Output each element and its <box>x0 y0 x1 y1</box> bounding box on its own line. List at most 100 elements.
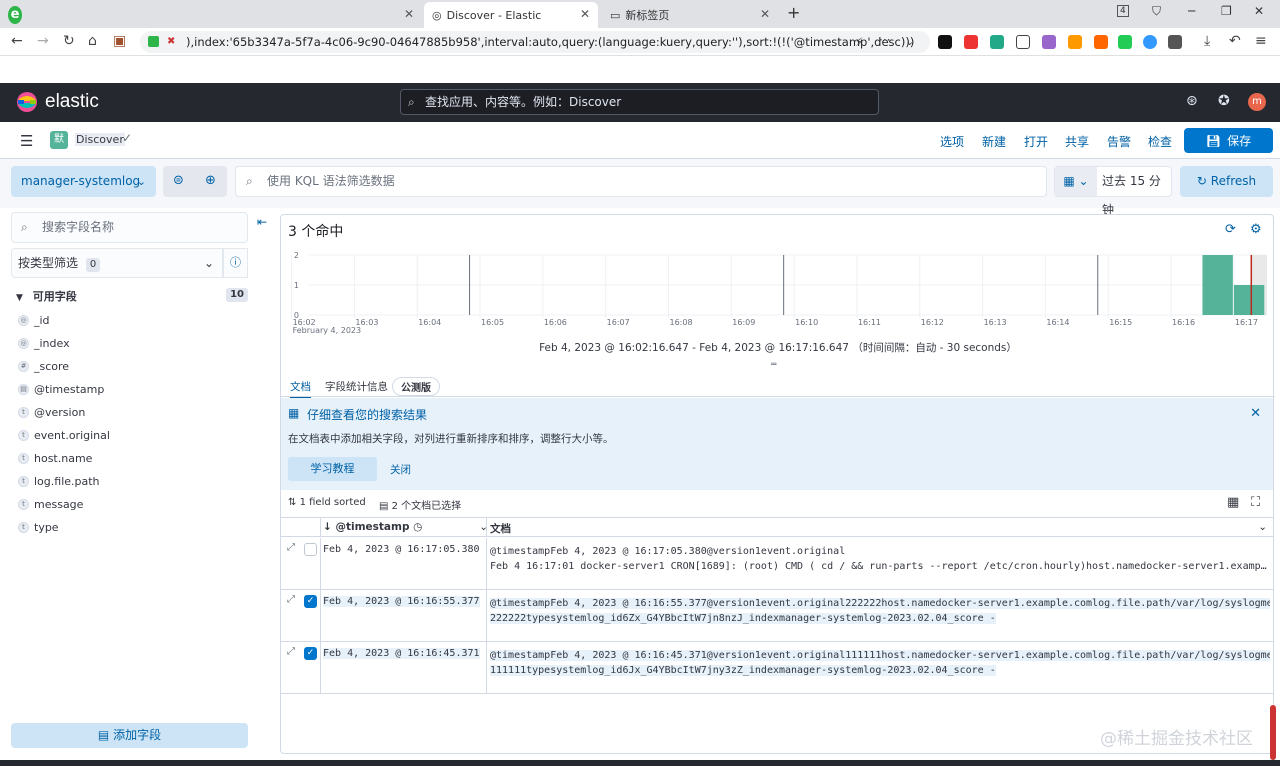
extension-game-icon[interactable] <box>1094 35 1108 49</box>
field-search-input[interactable]: ⌕ 搜索字段名称 <box>11 212 248 243</box>
save-button[interactable]: 💾︎ 保存 <box>1184 128 1273 153</box>
close-icon[interactable]: ✕ <box>1250 406 1261 421</box>
scrollbar-handle[interactable] <box>1270 705 1276 760</box>
global-search-input[interactable]: ⌕ 查找应用、内容等。例如：Discover <box>400 89 879 115</box>
table-row[interactable]: ⤢ ✓ Feb 4, 2023 @ 16:16:45.371 @timestampFe… <box>281 642 1273 694</box>
space-badge[interactable]: 默 <box>50 131 68 149</box>
close-tab-icon[interactable]: ✕ <box>760 7 770 21</box>
options-link[interactable]: 选项 <box>940 133 964 150</box>
extension-download-icon[interactable] <box>1118 35 1132 49</box>
add-field-button[interactable]: ▤ 添加字段 <box>11 723 248 748</box>
reload-icon[interactable]: ↻ <box>63 33 75 49</box>
extension-video-icon[interactable] <box>964 35 978 49</box>
extension-scissors-icon[interactable] <box>1016 35 1030 49</box>
collapse-sidebar-icon[interactable]: ⇤ <box>257 215 267 229</box>
expand-icon[interactable]: ⤢ <box>287 542 295 553</box>
sort-info-text: 1 field sorted <box>299 497 366 508</box>
add-filter-icon[interactable]: ⊕ <box>205 173 216 188</box>
extension-infinity-icon[interactable] <box>938 35 952 49</box>
row-checkbox[interactable]: ✓ <box>304 647 317 660</box>
extension-grid-icon[interactable] <box>1168 35 1182 49</box>
sort-button[interactable]: ⇅ 1 field sorted <box>288 497 366 508</box>
field-item[interactable]: ◎ _id <box>18 311 50 329</box>
undo-icon[interactable]: ↶ <box>1229 33 1241 49</box>
field-type-icon: t <box>18 406 29 418</box>
extension-green-icon[interactable] <box>990 35 1004 49</box>
new-tab-button[interactable]: + <box>787 3 800 22</box>
alerts-link[interactable]: 告警 <box>1107 133 1131 150</box>
extension-shield-icon[interactable] <box>1068 35 1082 49</box>
browser-tab-blank[interactable]: ✕ <box>32 2 422 28</box>
hamburger-menu-icon[interactable]: ☰ <box>20 132 33 150</box>
lightning-icon[interactable]: ⚡ <box>855 35 863 49</box>
expand-icon[interactable]: ⤢ <box>287 594 295 605</box>
chart-options-icon[interactable]: ⟳ <box>1225 222 1236 237</box>
table-row[interactable]: ⤢ ✓ Feb 4, 2023 @ 16:16:55.377 @timestampFe… <box>281 590 1273 642</box>
elastic-logo[interactable]: elastic <box>16 91 99 113</box>
dismiss-link[interactable]: 关闭 <box>390 462 411 477</box>
resize-handle-icon[interactable]: ═ <box>771 360 776 370</box>
tab-documents[interactable]: 文档 <box>290 379 311 399</box>
inspect-link[interactable]: 检查 <box>1148 133 1172 150</box>
restore-icon[interactable]: ❐ <box>1221 4 1232 18</box>
tutorial-button[interactable]: 学习教程 <box>288 457 377 481</box>
forward-arrow-icon[interactable]: → <box>37 33 49 49</box>
field-item[interactable]: t @version <box>18 403 85 421</box>
chevron-down-icon[interactable]: ⌄ <box>1258 521 1267 533</box>
home-icon[interactable]: ⌂ <box>88 33 97 49</box>
menu-icon[interactable]: ≡ <box>1255 33 1267 49</box>
help-icon[interactable]: ⊛ <box>1186 93 1198 109</box>
refresh-button[interactable]: ↻ Refresh <box>1180 166 1273 197</box>
url-field[interactable]: ✖ ),index:'65b3347a-5f7a-4c06-9c90-04647… <box>140 31 930 53</box>
selected-docs-button[interactable]: ▤ 2 个文档已选择 <box>379 497 461 512</box>
tab-field-statistics[interactable]: 字段统计信息 <box>325 379 388 394</box>
avatar[interactable]: m <box>1248 93 1266 111</box>
back-arrow-icon[interactable]: ← <box>11 33 23 49</box>
field-item[interactable]: ▤ @timestamp <box>18 380 104 398</box>
data-view-name: manager-systemlog <box>21 174 141 188</box>
close-tab-icon[interactable]: ✕ <box>404 7 414 21</box>
filter-menu-icon[interactable]: ⊜ <box>173 173 184 188</box>
kql-search-input[interactable]: ⌕ 使用 KQL 语法筛选数据 <box>235 166 1047 197</box>
open-link[interactable]: 打开 <box>1024 133 1048 150</box>
fullscreen-icon[interactable]: ⛶ <box>1251 495 1260 510</box>
chevron-down-icon[interactable]: ⌄ <box>905 35 914 48</box>
table-row[interactable]: ⤢ Feb 4, 2023 @ 16:17:05.380 @timestampFeb… <box>281 538 1273 590</box>
available-fields-header[interactable]: ▼ 可用字段 10 <box>16 288 248 306</box>
row-checkbox[interactable] <box>304 543 317 556</box>
gear-icon[interactable]: ⚙ <box>1250 222 1262 237</box>
expand-icon[interactable]: ⤢ <box>287 646 295 657</box>
field-item[interactable]: t message <box>18 495 83 513</box>
news-feed-icon[interactable]: ✪ <box>1218 93 1230 109</box>
new-link[interactable]: 新建 <box>982 133 1006 150</box>
close-window-icon[interactable]: ✕ <box>1254 4 1264 18</box>
density-icon[interactable]: ▦ <box>1227 495 1239 510</box>
close-tab-icon[interactable]: ✕ <box>580 7 590 21</box>
share-link[interactable]: 共享 <box>1065 133 1089 150</box>
browser-tab-newtab[interactable]: ▭ 新标签页 ✕ <box>602 2 778 28</box>
data-view-picker[interactable]: manager-systemlog ⌄ <box>11 166 156 197</box>
shirt-icon[interactable]: ⛉ <box>1152 4 1161 19</box>
column-header-timestamp[interactable]: ↓ @timestamp ◷ ⌄ <box>323 521 488 533</box>
field-item[interactable]: t log.file.path <box>18 472 100 490</box>
download-icon[interactable]: ⤓ <box>1204 33 1210 49</box>
column-header-document[interactable]: 文档 <box>490 521 511 536</box>
extension-colors-icon[interactable] <box>1143 35 1157 49</box>
field-item[interactable]: t event.original <box>18 426 110 444</box>
type-filter-button[interactable]: 按类型筛选 0 ⌄ <box>11 248 223 278</box>
minimize-icon[interactable]: ─ <box>1188 4 1195 18</box>
browser-tab-discover[interactable]: ◎ Discover - Elastic ✕ <box>424 2 598 28</box>
field-item[interactable]: t type <box>18 518 59 536</box>
tab-count-badge[interactable]: 4 <box>1117 5 1129 17</box>
briefcase-icon[interactable]: ▣ <box>113 33 126 49</box>
calendar-icon[interactable]: ▦ ⌄ <box>1055 167 1097 196</box>
field-item[interactable]: ◎ _index <box>18 334 70 352</box>
row-checkbox[interactable]: ✓ <box>304 595 317 608</box>
field-item[interactable]: # _score <box>18 357 69 375</box>
breadcrumb[interactable]: Discover <box>75 133 125 146</box>
more-icon[interactable]: ··· <box>879 33 890 47</box>
date-picker[interactable]: ▦ ⌄ 过去 15 分钟 <box>1054 166 1172 217</box>
field-item[interactable]: t host.name <box>18 449 92 467</box>
info-icon[interactable]: ⓘ <box>223 248 248 278</box>
extension-purple-icon[interactable] <box>1042 35 1056 49</box>
